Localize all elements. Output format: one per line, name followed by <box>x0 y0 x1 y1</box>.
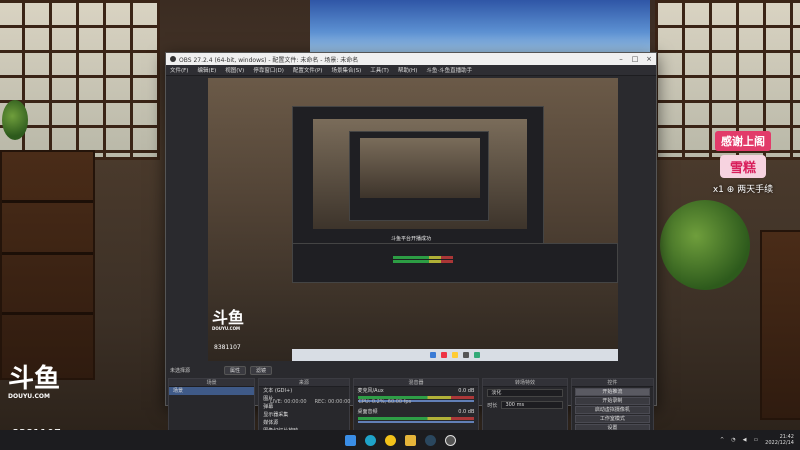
maximize-icon[interactable]: □ <box>628 55 642 63</box>
menu-help[interactable]: 帮助(H) <box>398 66 417 74</box>
clock[interactable]: 21:42 2022/12/14 <box>765 434 794 446</box>
properties-button[interactable]: 属性 <box>224 366 247 375</box>
obs-titlebar[interactable]: OBS 27.2.4 (64-bit, windows) - 配置文件: 未命名… <box>166 53 656 65</box>
close-icon[interactable]: × <box>642 55 656 63</box>
banner-title: 感谢上阁 <box>715 131 771 151</box>
obs-taskbar-icon[interactable] <box>444 434 456 446</box>
minimize-icon[interactable]: – <box>614 55 628 63</box>
duration-input[interactable]: 300 ms <box>501 401 563 409</box>
mixer-channel-db: 0.0 dB <box>458 409 475 415</box>
chevron-up-icon[interactable]: ^ <box>720 437 724 443</box>
menu-file[interactable]: 文件(F) <box>170 66 188 74</box>
transition-type-select[interactable]: 淡化 <box>487 389 563 397</box>
obs-menubar: 文件(F) 编辑(E) 视图(V) 停靠窗口(D) 配置文件(P) 场景集合(S… <box>166 65 656 76</box>
start-streaming-button[interactable]: 开始推流 <box>574 388 650 396</box>
menu-scene-collection[interactable]: 场景集合(S) <box>331 66 361 74</box>
source-item[interactable]: 文本 (GDI+) <box>259 387 348 395</box>
preview-room-number: 8381107 <box>214 344 241 351</box>
battery-icon[interactable]: ▭ <box>753 437 758 443</box>
edge-icon[interactable] <box>364 434 376 446</box>
menu-douyu-plugin[interactable]: 斗鱼·斗鱼直播助手 <box>426 66 472 74</box>
controls-dock-title: 控件 <box>571 379 653 387</box>
gift-banner: 感谢上阁 雪糕 x1 ⊕ 两天手续 <box>688 130 798 195</box>
start-recording-button[interactable]: 开始录制 <box>574 397 650 405</box>
filters-button[interactable]: 滤镜 <box>250 366 273 375</box>
left-shelf-decor <box>0 150 95 380</box>
banner-name: 雪糕 <box>719 155 766 178</box>
volume-icon[interactable]: ◀ <box>743 437 747 443</box>
studio-mode-button[interactable]: 工作室模式 <box>574 415 650 423</box>
banner-detail: x1 ⊕ 两天手续 <box>712 185 774 195</box>
right-shelf-decor <box>760 230 800 420</box>
menu-docks[interactable]: 停靠窗口(D) <box>253 66 284 74</box>
menu-view[interactable]: 视图(V) <box>225 66 244 74</box>
nested-docks-capture <box>292 243 618 283</box>
duration-label: 时长 <box>487 402 498 409</box>
system-tray: ^ ◔ ◀ ▭ 21:42 2022/12/14 <box>720 430 794 450</box>
windows-taskbar: ^ ◔ ◀ ▭ 21:42 2022/12/14 <box>0 430 800 450</box>
transitions-dock-title: 转场特效 <box>483 379 567 387</box>
mixer-channel-name: 桌面音频 <box>357 409 378 415</box>
wifi-icon[interactable]: ◔ <box>731 437 735 443</box>
douyu-logo: 斗鱼 DOUYU.COM <box>8 364 61 400</box>
no-source-label: 未选择源 <box>170 368 191 374</box>
obs-app-icon <box>170 56 176 62</box>
source-toolbar: 未选择源 属性 滤镜 <box>166 364 656 377</box>
desktop: 斗鱼 DOUYU.COM 8381107 感谢上阁 雪糕 x1 ⊕ 两天手续 O… <box>0 0 800 450</box>
steam-icon[interactable] <box>424 434 436 446</box>
obs-window: OBS 27.2.4 (64-bit, windows) - 配置文件: 未命名… <box>165 52 657 450</box>
preview-taskbar <box>292 349 618 361</box>
cpu-fps: CPU: 0.2%, 60.00 fps <box>358 399 412 405</box>
menu-profile[interactable]: 配置文件(P) <box>293 66 323 74</box>
plant-decor-2 <box>2 100 28 140</box>
source-item[interactable]: 显示器采集 <box>259 411 348 419</box>
left-window-decor <box>0 0 160 160</box>
live-timer: LIVE: 00:00:00 <box>270 399 307 405</box>
clock-date: 2022/12/14 <box>765 440 794 446</box>
mixer-channel-db: 0.0 dB <box>458 388 475 394</box>
source-item[interactable]: 媒体源 <box>259 419 348 427</box>
obs-window-title: OBS 27.2.4 (64-bit, windows) - 配置文件: 未命名… <box>179 56 359 64</box>
sources-dock-title: 来源 <box>259 379 349 387</box>
rec-timer: REC: 00:00:00 <box>314 399 351 405</box>
chrome-icon[interactable] <box>384 434 396 446</box>
folder-icon[interactable] <box>404 434 416 446</box>
sky-decor <box>310 0 650 52</box>
preview-douyu-logo: 斗鱼 DOUYU.COM <box>212 308 245 332</box>
scenes-dock-title: 场景 <box>169 379 255 387</box>
obs-status-bar: LIVE: 00:00:00 REC: 00:00:00 CPU: 0.2%, … <box>270 398 411 406</box>
plant-decor <box>660 200 750 290</box>
menu-tools[interactable]: 工具(T) <box>370 66 389 74</box>
scene-item[interactable]: 场景 <box>169 387 255 395</box>
desktop-volume-slider[interactable] <box>357 421 475 423</box>
virtual-camera-button[interactable]: 启动虚拟摄像机 <box>574 406 650 414</box>
start-icon[interactable] <box>344 434 356 446</box>
mixer-channel-name: 麦克风/Aux <box>357 388 384 394</box>
preview-overlay-text: 斗鱼平台开播成功 <box>391 236 432 242</box>
menu-edit[interactable]: 编辑(E) <box>197 66 216 74</box>
mixer-dock-title: 混音器 <box>353 379 479 387</box>
desktop-level-meter <box>357 417 475 420</box>
obs-preview-canvas[interactable]: 斗鱼平台开播成功 斗鱼 DOUYU.COM 8381107 <box>208 78 618 361</box>
